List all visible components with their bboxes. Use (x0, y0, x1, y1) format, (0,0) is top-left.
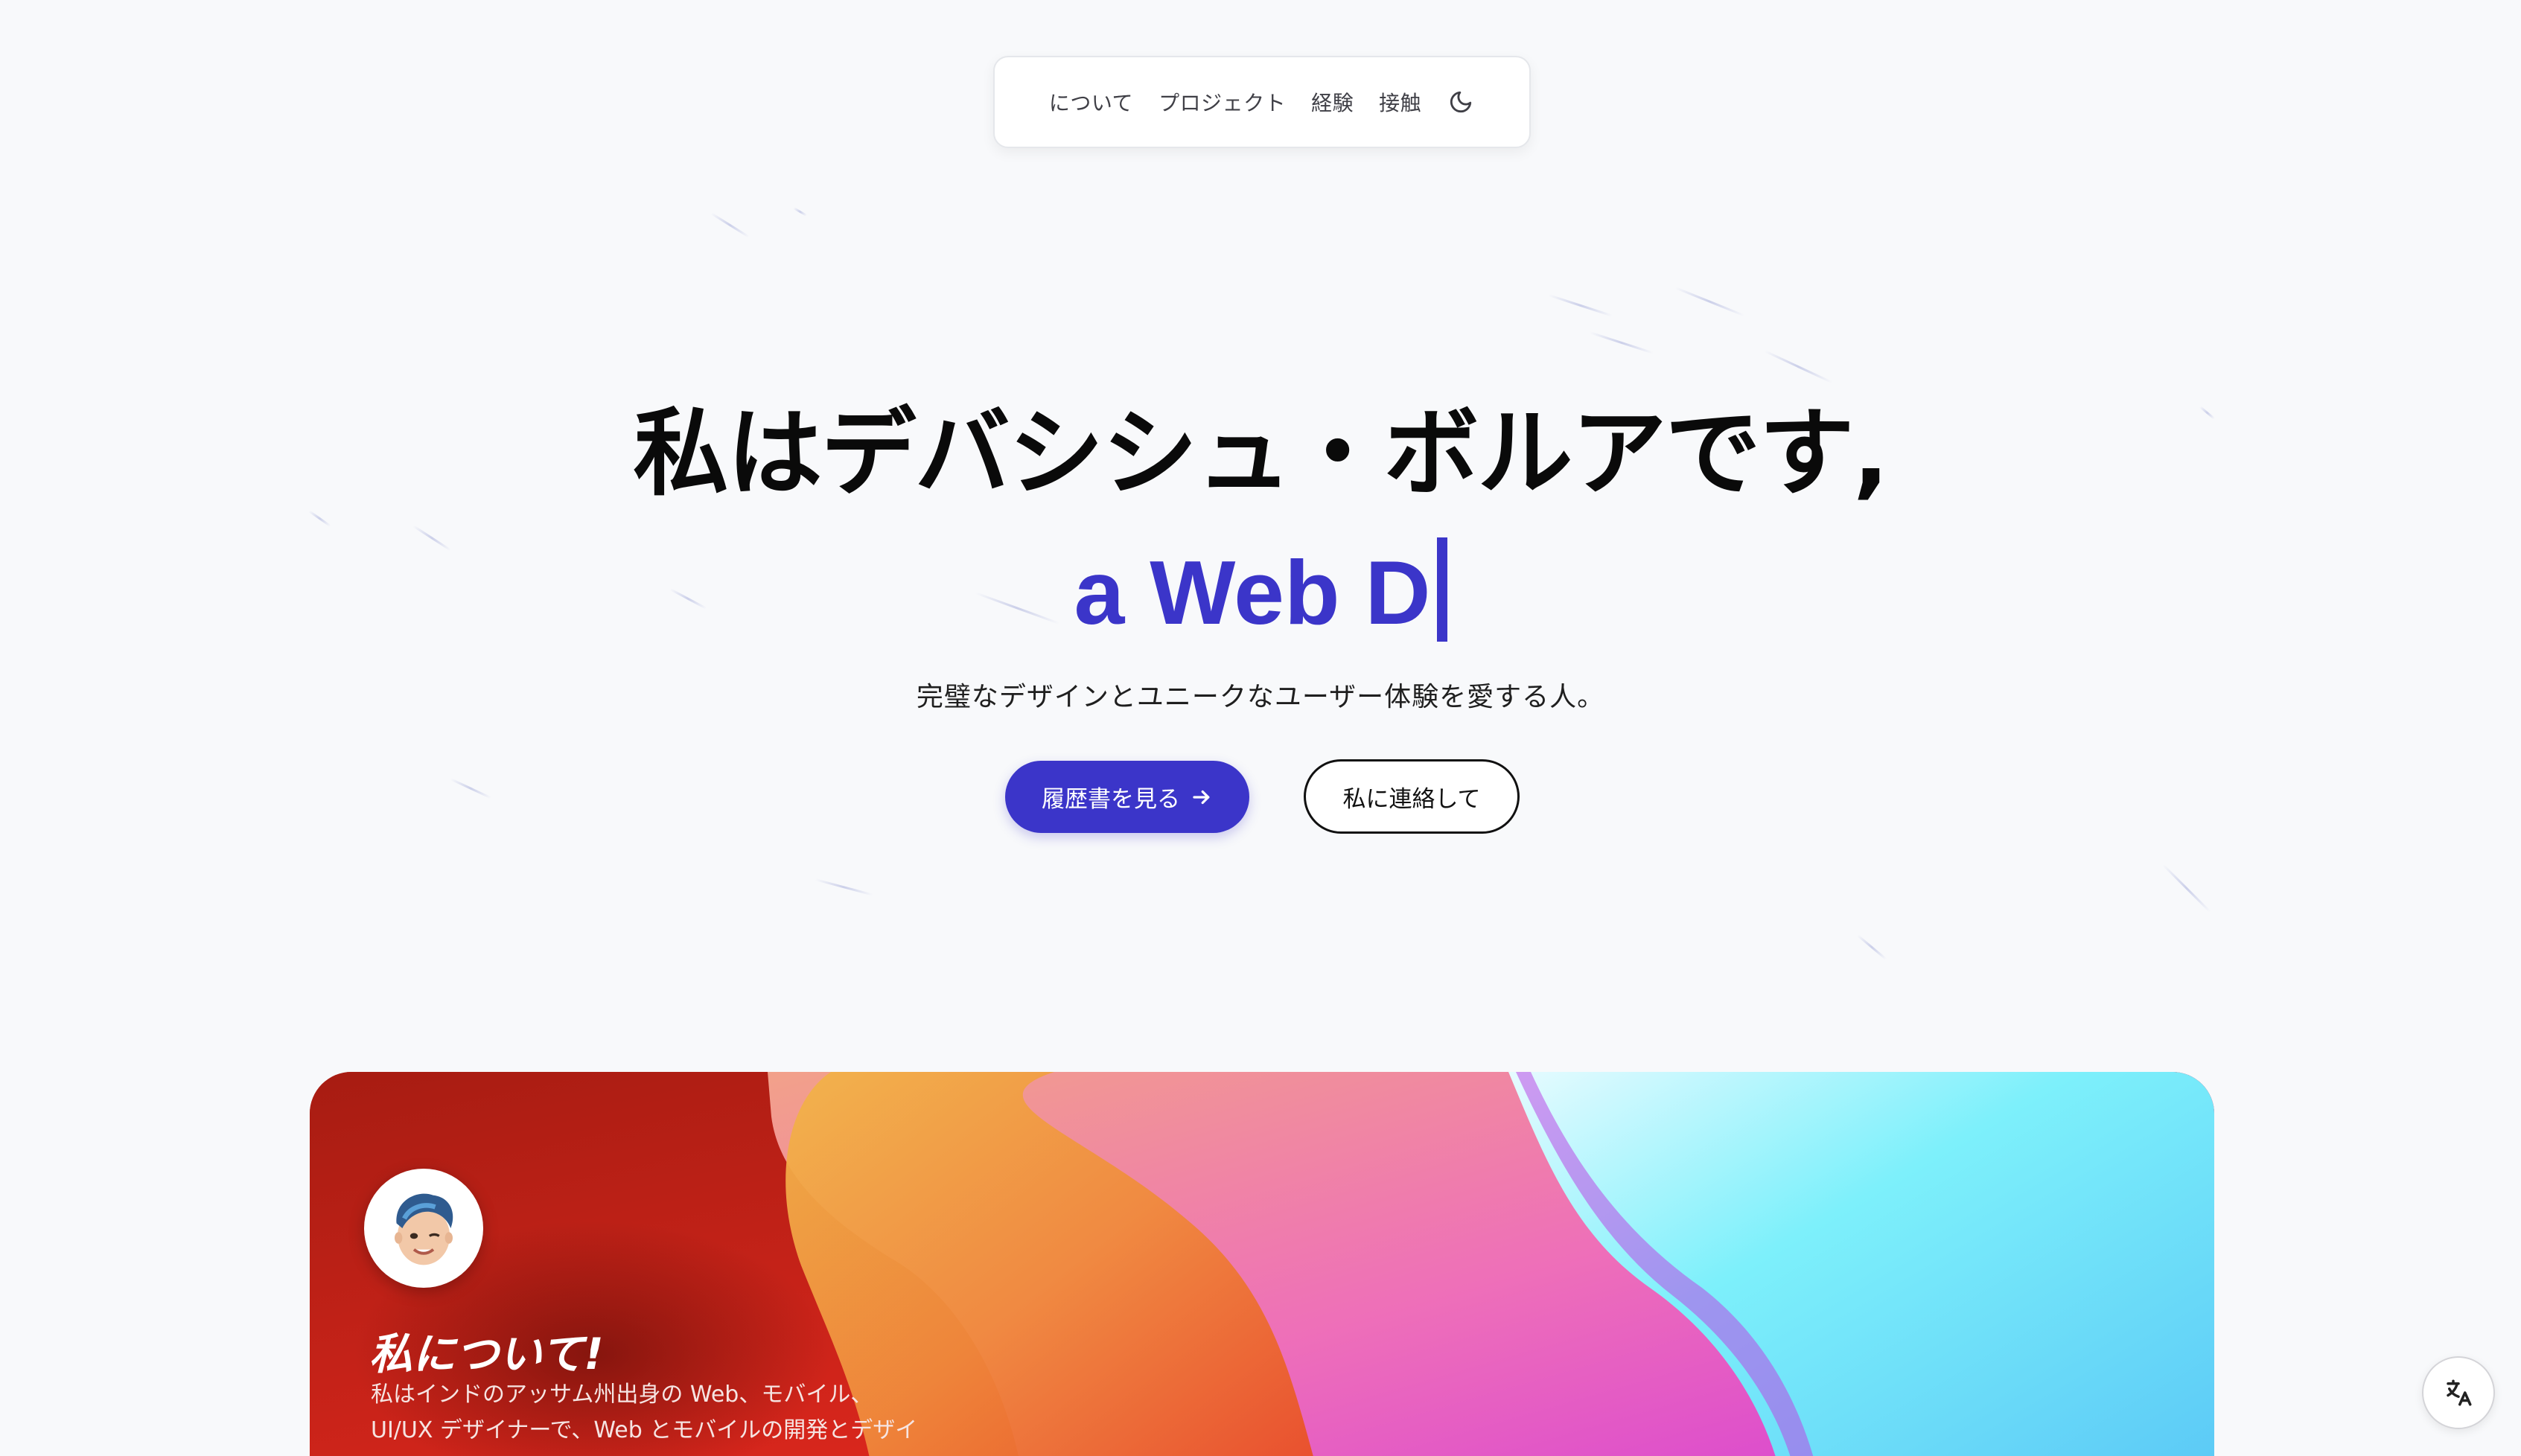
about-text-line: UI/UX デザイナーで、Web とモバイルの開発とデザイ (371, 1417, 918, 1443)
top-nav: について プロジェクト 経験 接触 (993, 56, 1531, 148)
decorative-streak (308, 510, 331, 527)
decorative-streak (793, 207, 808, 217)
decorative-streak (815, 878, 873, 896)
nav-item-experience[interactable]: 経験 (1311, 87, 1354, 117)
decorative-streak (1548, 294, 1613, 317)
decorative-streak (1857, 934, 1887, 960)
contact-me-button[interactable]: 私に連絡して (1304, 759, 1520, 834)
contact-me-label: 私に連絡して (1342, 785, 1481, 813)
nav-item-projects[interactable]: プロジェクト (1158, 87, 1286, 117)
view-resume-label: 履歴書を見る (1042, 786, 1180, 813)
about-card: 私について! 私はインドのアッサム州出身の Web、モバイル、 UI/UX デザ… (310, 1072, 2214, 1456)
arrow-right-icon (1191, 786, 1213, 808)
decorative-streak (1674, 287, 1745, 317)
hero-title: 私はデバシシュ・ボルアです, (633, 398, 1890, 509)
moon-icon[interactable] (1447, 88, 1475, 116)
memoji-avatar-icon (395, 1193, 453, 1265)
nav-item-about[interactable]: について (1049, 87, 1133, 117)
page: について プロジェクト 経験 接触 私はデバシシュ・ボルアです, a Web D… (0, 0, 2521, 1456)
avatar (364, 1169, 483, 1288)
hero-subtitle: 完璧なデザインとユニークなユーザー体験を愛する人。 (916, 682, 1605, 712)
nav-item-contact[interactable]: 接触 (1379, 87, 1421, 117)
translate-icon (2447, 1379, 2472, 1406)
decorative-streak (2161, 863, 2211, 913)
typed-text: a Web D (1074, 542, 1431, 643)
decorative-streak (1764, 350, 1833, 384)
decorative-streak (450, 778, 492, 799)
translate-button[interactable] (2422, 1356, 2495, 1429)
decorative-streak (1589, 331, 1654, 354)
decorative-streak (710, 212, 750, 238)
view-resume-button[interactable]: 履歴書を見る (1005, 761, 1249, 833)
about-text-line: 私はインドのアッサム州出身の Web、モバイル、 (371, 1382, 873, 1408)
about-title: 私について! (369, 1329, 604, 1379)
hero-typed-text: a Web D (0, 537, 2521, 642)
about-text: 私はインドのアッサム州出身の Web、モバイル、 UI/UX デザイナーで、We… (371, 1377, 1115, 1449)
typing-caret (1436, 537, 1447, 642)
